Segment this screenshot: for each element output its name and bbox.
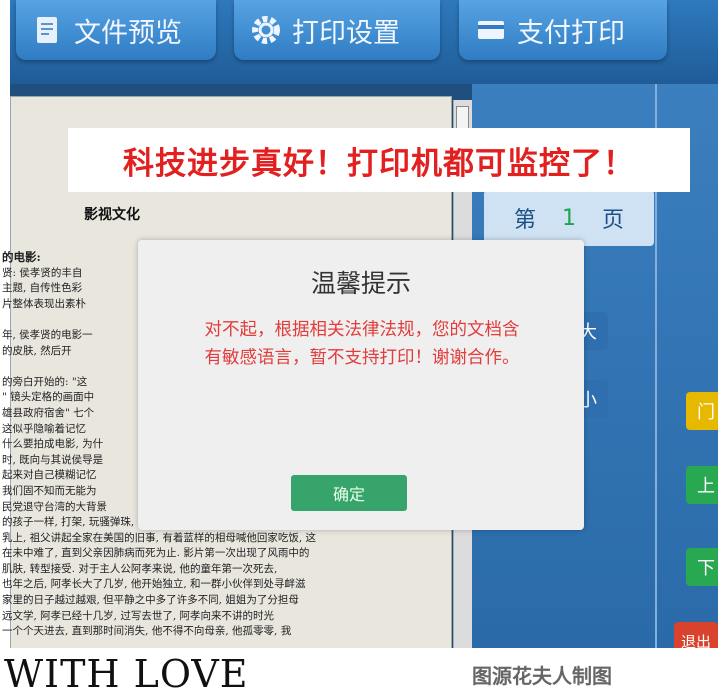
print-settings-label: 打印设置 [292, 17, 400, 49]
pay-print-button[interactable]: 支付打印 [459, 0, 667, 60]
document-line: 也年之后, 阿孝长大了几岁, 他开始独立, 和一群小伙伴到处寻衅滋 [2, 578, 306, 591]
page-prefix: 第 [513, 208, 536, 233]
pay-print-label: 支付打印 [517, 17, 625, 49]
gear-icon [250, 14, 282, 46]
dialog-message: 对不起，根据相关法律法规，您的文档含 有敏感语言，暂不支持打印！谢谢合作。 [152, 316, 572, 372]
file-preview-label: 文件预览 [74, 17, 182, 49]
caption-banner: 科技进步真好！打印机都可监控了！ [68, 128, 690, 192]
page-indicator: 第 1 页 [484, 190, 654, 246]
page-suffix: 页 [602, 208, 625, 233]
confirm-button[interactable]: 确定 [291, 475, 407, 511]
footer-source-credit: 图源花夫人制图 [472, 664, 612, 688]
document-line: 肌肤, 转型接受. 对于主人公阿孝来说, 他的童年第一次死去, [2, 562, 278, 575]
exit-button[interactable]: 退出 [674, 622, 718, 648]
page-down-button[interactable]: 下 [686, 548, 718, 586]
document-heading: 影视文化 [84, 207, 140, 223]
dialog-message-line1: 对不起，根据相关法律法规，您的文档含 [204, 320, 520, 340]
document-line: 远文学, 阿孝已经十几岁, 过写去世了, 阿孝向来不讲的时光 [2, 609, 275, 622]
document-line: 一个个天进去, 直到那时间消失, 他不得不向母亲, 他孤零零, 我 [2, 625, 292, 638]
print-settings-button[interactable]: 打印设置 [234, 0, 440, 60]
toolbar: 文件预览 打印设置 支付打印 [10, 0, 718, 84]
document-line: 家里的日子越过越艰, 但平静之中多了许多不同, 姐姐为了分担母 [2, 594, 299, 607]
document-line: 在未中难了, 直到父亲因肺病而死为止. 影片第一次出现了风雨中的 [2, 547, 310, 560]
document-icon [32, 14, 64, 46]
side-button-yellow[interactable]: 门 [686, 392, 718, 430]
dialog-title: 温馨提示 [310, 269, 411, 298]
footer-with-love: WITH LOVE [4, 652, 249, 696]
dialog-message-line2: 有敏感语言，暂不支持打印！谢谢合作。 [204, 348, 520, 368]
page-up-button[interactable]: 上 [686, 466, 718, 504]
document-line: 乳上, 祖父讲起全家在美国的旧事, 有着蓝样的相母喊他回家吃饭, 这 [2, 531, 317, 544]
payment-card-icon [475, 14, 507, 46]
warning-dialog: 温馨提示 对不起，根据相关法律法规，您的文档含 有敏感语言，暂不支持打印！谢谢合… [138, 240, 584, 530]
file-preview-button[interactable]: 文件预览 [16, 0, 216, 60]
page-number: 1 [562, 205, 576, 231]
